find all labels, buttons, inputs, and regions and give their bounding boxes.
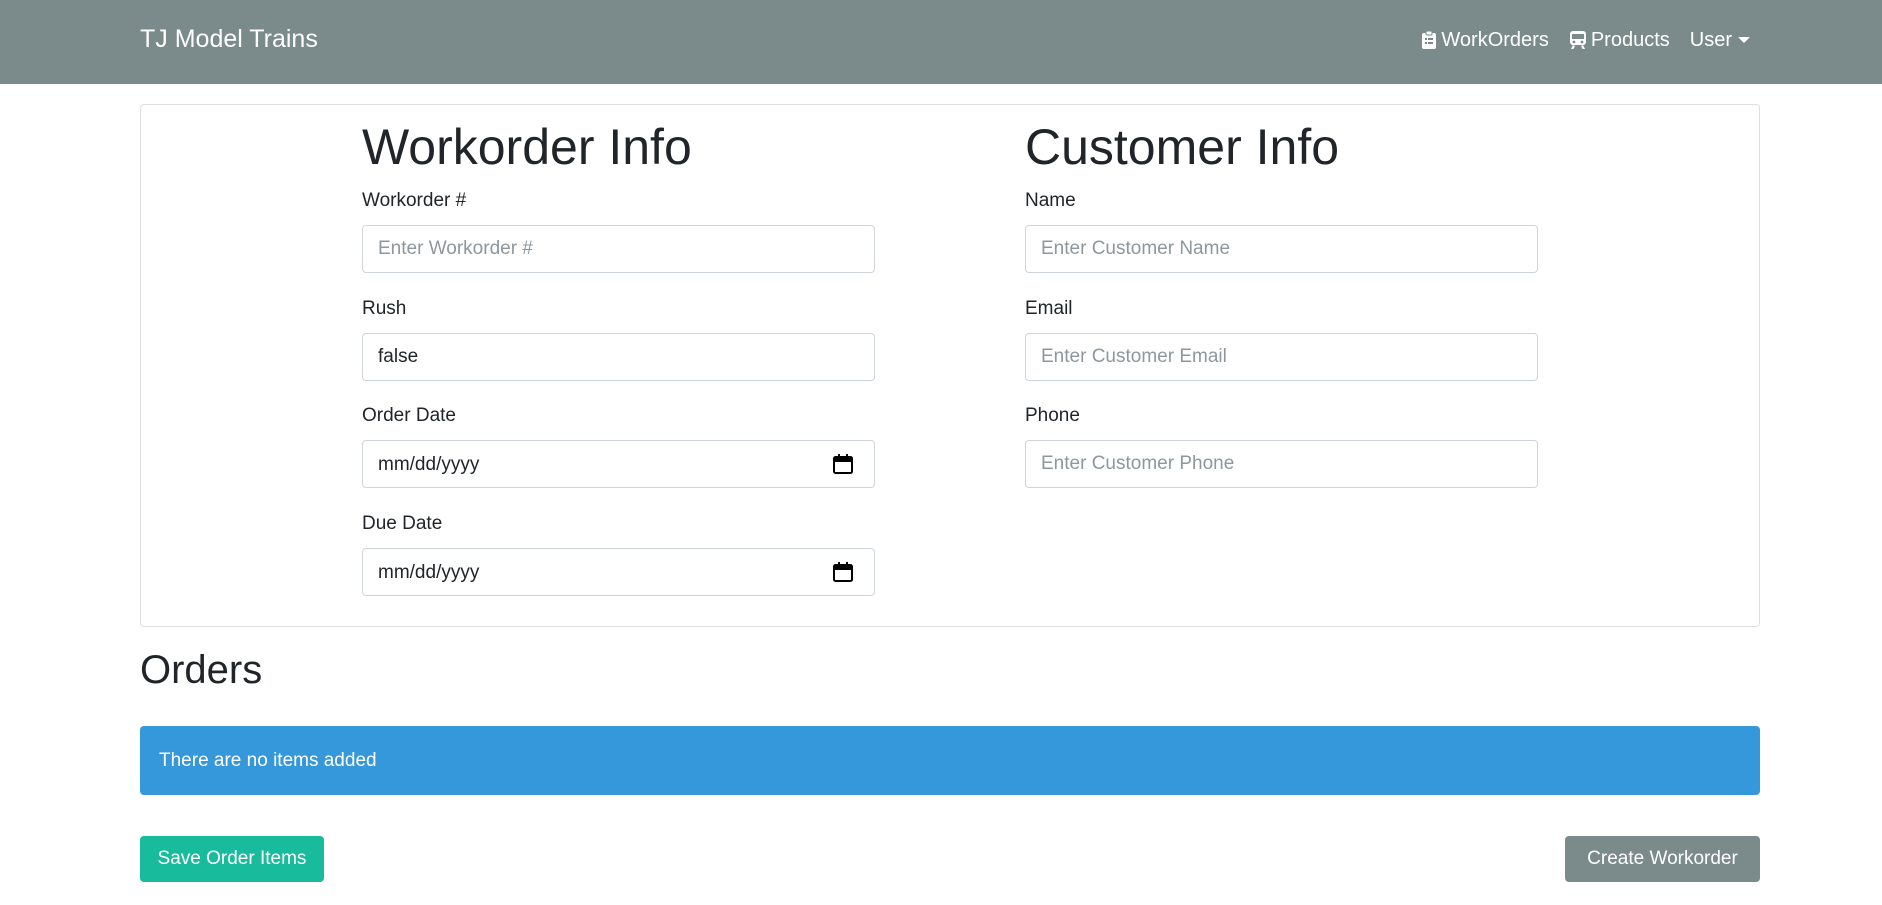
due-date-input[interactable]: mm/dd/yyyy <box>362 548 875 596</box>
customer-email-input[interactable] <box>1025 333 1538 381</box>
top-navbar: TJ Model Trains WorkOrders Products User <box>0 0 1882 84</box>
info-card: Workorder Info Workorder # Rush Order Da… <box>140 104 1760 627</box>
nav-user-dropdown[interactable]: User <box>1690 29 1750 52</box>
clipboard-icon <box>1422 30 1437 49</box>
caret-down-icon <box>1738 37 1750 43</box>
customer-email-group: Email <box>1025 297 1538 381</box>
customer-name-input[interactable] <box>1025 225 1538 273</box>
nav-workorders-link[interactable]: WorkOrders <box>1421 28 1549 52</box>
nav-user-label: User <box>1689 28 1732 51</box>
workorder-number-label: Workorder # <box>362 190 467 211</box>
calendar-icon[interactable] <box>832 453 854 475</box>
rush-label: Rush <box>362 298 407 319</box>
due-date-value: mm/dd/yyyy <box>378 562 480 583</box>
rush-group: Rush <box>362 297 875 381</box>
customer-phone-label: Phone <box>1025 405 1080 426</box>
nav-products-link[interactable]: Products <box>1569 29 1670 52</box>
customer-name-group: Name <box>1025 189 1538 273</box>
brand-link[interactable]: TJ Model Trains <box>140 22 318 56</box>
due-date-group: Due Date mm/dd/yyyy <box>362 512 875 596</box>
customer-info-title: Customer Info <box>1025 119 1340 175</box>
calendar-icon[interactable] <box>832 561 854 583</box>
customer-phone-input[interactable] <box>1025 440 1538 488</box>
customer-email-label: Email <box>1025 298 1073 319</box>
order-date-group: Order Date mm/dd/yyyy <box>362 404 875 488</box>
workorder-number-group: Workorder # <box>362 189 875 273</box>
order-date-value: mm/dd/yyyy <box>378 454 480 475</box>
due-date-label: Due Date <box>362 513 443 534</box>
nav-links: WorkOrders Products User <box>1401 24 1750 56</box>
customer-info-section: Customer Info Name Email Phone <box>1025 105 1538 488</box>
order-date-label: Order Date <box>362 405 456 426</box>
customer-name-label: Name <box>1025 190 1076 211</box>
create-workorder-button[interactable]: Create Workorder <box>1565 836 1760 882</box>
no-items-alert: There are no items added <box>140 726 1760 795</box>
nav-products-label: Products <box>1590 28 1670 51</box>
save-order-items-button[interactable]: Save Order Items <box>140 836 324 882</box>
train-icon <box>1569 31 1586 49</box>
workorder-info-section: Workorder Info Workorder # Rush Order Da… <box>362 105 875 596</box>
workorder-info-title: Workorder Info <box>362 119 692 175</box>
nav-workorders-label: WorkOrders <box>1441 28 1549 51</box>
customer-phone-group: Phone <box>1025 404 1538 488</box>
rush-input[interactable] <box>362 333 875 381</box>
order-date-input[interactable]: mm/dd/yyyy <box>362 440 875 488</box>
orders-title: Orders <box>140 648 263 692</box>
workorder-number-input[interactable] <box>362 225 875 273</box>
